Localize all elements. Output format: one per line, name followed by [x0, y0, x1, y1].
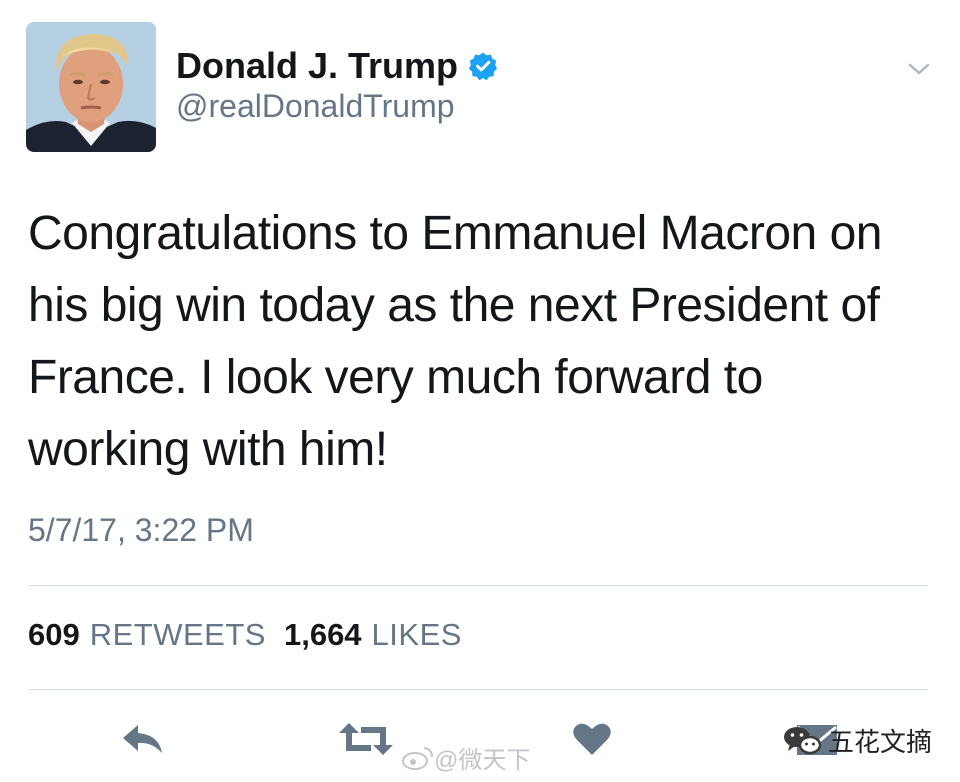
wechat-watermark-text: 五花文摘: [828, 726, 933, 757]
tweet-card: Donald J. Trump @realDonaldTrump Congrat…: [0, 0, 960, 782]
profile-photo-icon: [26, 22, 156, 152]
wechat-logo-icon: [784, 727, 822, 755]
heart-icon: [573, 723, 611, 755]
retweets-count[interactable]: 609: [28, 617, 80, 653]
weibo-watermark: @微天下: [402, 740, 530, 775]
like-button[interactable]: [570, 716, 614, 762]
reply-button[interactable]: [118, 716, 168, 762]
divider: [28, 585, 928, 586]
verified-badge-icon: [469, 52, 498, 81]
weibo-watermark-text: @微天下: [434, 747, 531, 774]
tweet-text: Congratulations to Emmanuel Macron on hi…: [28, 207, 882, 476]
weibo-logo-icon: [402, 746, 433, 770]
user-handle[interactable]: @realDonaldTrump: [176, 88, 455, 125]
divider: [28, 689, 928, 690]
likes-count[interactable]: 1,664: [284, 617, 362, 653]
retweet-button[interactable]: [336, 716, 396, 762]
chevron-down-icon[interactable]: [904, 54, 934, 84]
tweet-timestamp[interactable]: 5/7/17, 3:22 PM: [28, 512, 254, 549]
display-name[interactable]: Donald J. Trump: [176, 45, 458, 87]
name-row: Donald J. Trump: [176, 44, 498, 88]
retweets-label[interactable]: RETWEETS: [90, 617, 266, 653]
reply-icon: [123, 725, 162, 753]
avatar[interactable]: [26, 22, 156, 152]
engagement-stats: 609 RETWEETS 1,664 LIKES: [28, 617, 480, 653]
likes-label[interactable]: LIKES: [372, 617, 462, 653]
wechat-watermark: 五花文摘: [782, 720, 932, 760]
retweet-icon: [339, 723, 393, 755]
